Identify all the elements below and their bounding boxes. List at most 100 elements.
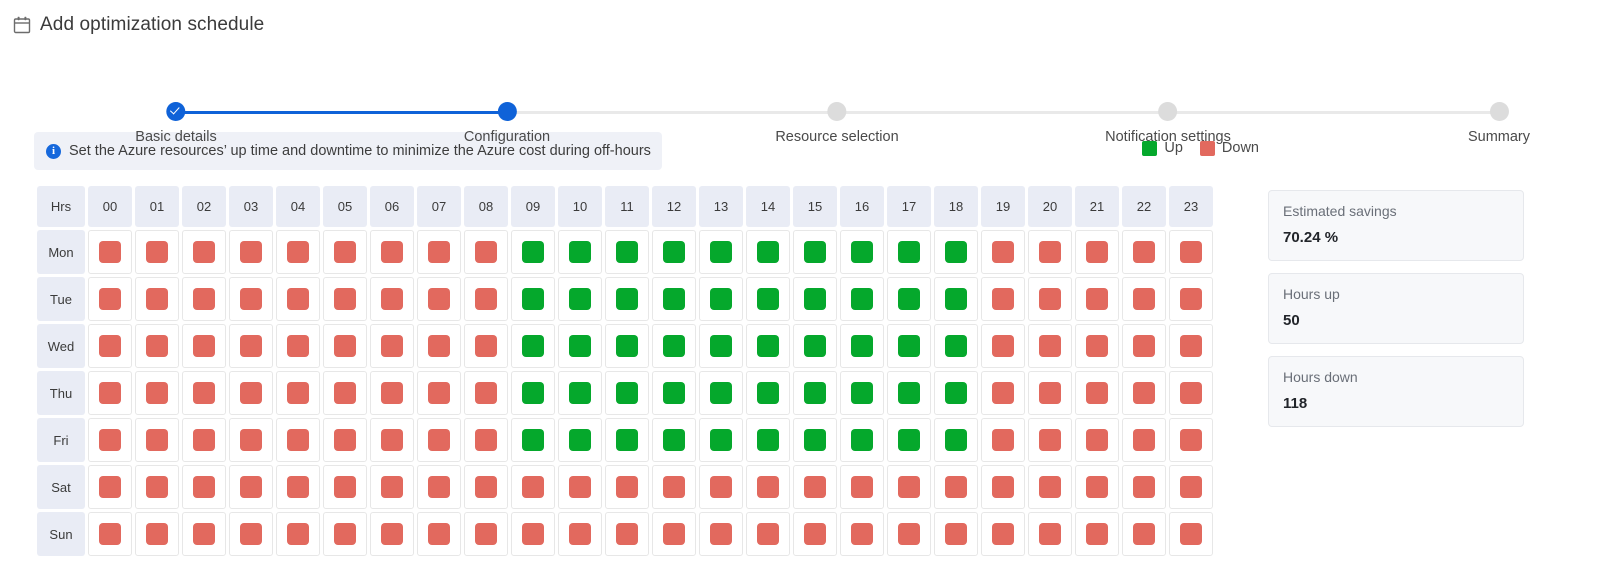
slot-wed-19[interactable]: [981, 324, 1025, 368]
slot-wed-22[interactable]: [1122, 324, 1166, 368]
slot-sat-10[interactable]: [558, 465, 602, 509]
slot-mon-23[interactable]: [1169, 230, 1213, 274]
slot-thu-11[interactable]: [605, 371, 649, 415]
slot-mon-13[interactable]: [699, 230, 743, 274]
slot-wed-02[interactable]: [182, 324, 226, 368]
slot-wed-07[interactable]: [417, 324, 461, 368]
schedule-grid[interactable]: Hrs 00 01 02 03 04 05 06 07 08 09 10 11 12 13 14 15 16 17…: [34, 183, 1216, 559]
slot-mon-15[interactable]: [793, 230, 837, 274]
slot-thu-00[interactable]: [88, 371, 132, 415]
slot-tue-03[interactable]: [229, 277, 273, 321]
slot-fri-04[interactable]: [276, 418, 320, 462]
slot-sat-08[interactable]: [464, 465, 508, 509]
slot-wed-09[interactable]: [511, 324, 555, 368]
slot-thu-09[interactable]: [511, 371, 555, 415]
slot-sun-08[interactable]: [464, 512, 508, 556]
slot-mon-08[interactable]: [464, 230, 508, 274]
slot-sun-15[interactable]: [793, 512, 837, 556]
slot-sat-15[interactable]: [793, 465, 837, 509]
slot-mon-18[interactable]: [934, 230, 978, 274]
slot-wed-12[interactable]: [652, 324, 696, 368]
slot-wed-04[interactable]: [276, 324, 320, 368]
slot-thu-19[interactable]: [981, 371, 1025, 415]
slot-fri-06[interactable]: [370, 418, 414, 462]
slot-fri-22[interactable]: [1122, 418, 1166, 462]
slot-fri-03[interactable]: [229, 418, 273, 462]
slot-fri-17[interactable]: [887, 418, 931, 462]
slot-mon-04[interactable]: [276, 230, 320, 274]
slot-sun-14[interactable]: [746, 512, 790, 556]
slot-mon-10[interactable]: [558, 230, 602, 274]
slot-sat-04[interactable]: [276, 465, 320, 509]
slot-tue-02[interactable]: [182, 277, 226, 321]
slot-sun-22[interactable]: [1122, 512, 1166, 556]
slot-thu-12[interactable]: [652, 371, 696, 415]
slot-tue-12[interactable]: [652, 277, 696, 321]
slot-sat-23[interactable]: [1169, 465, 1213, 509]
slot-wed-08[interactable]: [464, 324, 508, 368]
slot-sun-23[interactable]: [1169, 512, 1213, 556]
slot-fri-10[interactable]: [558, 418, 602, 462]
slot-tue-14[interactable]: [746, 277, 790, 321]
slot-sun-05[interactable]: [323, 512, 367, 556]
slot-thu-16[interactable]: [840, 371, 884, 415]
slot-sat-12[interactable]: [652, 465, 696, 509]
slot-fri-07[interactable]: [417, 418, 461, 462]
slot-tue-08[interactable]: [464, 277, 508, 321]
slot-fri-15[interactable]: [793, 418, 837, 462]
slot-thu-08[interactable]: [464, 371, 508, 415]
slot-sun-03[interactable]: [229, 512, 273, 556]
slot-thu-05[interactable]: [323, 371, 367, 415]
slot-sun-13[interactable]: [699, 512, 743, 556]
slot-sun-09[interactable]: [511, 512, 555, 556]
slot-sat-21[interactable]: [1075, 465, 1119, 509]
slot-mon-06[interactable]: [370, 230, 414, 274]
slot-tue-11[interactable]: [605, 277, 649, 321]
slot-sat-13[interactable]: [699, 465, 743, 509]
slot-tue-16[interactable]: [840, 277, 884, 321]
slot-mon-17[interactable]: [887, 230, 931, 274]
slot-sun-07[interactable]: [417, 512, 461, 556]
slot-tue-21[interactable]: [1075, 277, 1119, 321]
slot-fri-00[interactable]: [88, 418, 132, 462]
slot-wed-16[interactable]: [840, 324, 884, 368]
slot-fri-12[interactable]: [652, 418, 696, 462]
slot-fri-18[interactable]: [934, 418, 978, 462]
slot-sat-19[interactable]: [981, 465, 1025, 509]
slot-tue-01[interactable]: [135, 277, 179, 321]
slot-wed-15[interactable]: [793, 324, 837, 368]
slot-sun-20[interactable]: [1028, 512, 1072, 556]
slot-sat-03[interactable]: [229, 465, 273, 509]
slot-sat-20[interactable]: [1028, 465, 1072, 509]
slot-thu-18[interactable]: [934, 371, 978, 415]
stepper-step-resource-selection[interactable]: Resource selection: [775, 102, 899, 145]
slot-fri-13[interactable]: [699, 418, 743, 462]
slot-mon-11[interactable]: [605, 230, 649, 274]
slot-sat-18[interactable]: [934, 465, 978, 509]
slot-tue-23[interactable]: [1169, 277, 1213, 321]
slot-tue-19[interactable]: [981, 277, 1025, 321]
slot-wed-00[interactable]: [88, 324, 132, 368]
slot-tue-07[interactable]: [417, 277, 461, 321]
slot-thu-17[interactable]: [887, 371, 931, 415]
slot-mon-03[interactable]: [229, 230, 273, 274]
slot-sun-18[interactable]: [934, 512, 978, 556]
slot-fri-14[interactable]: [746, 418, 790, 462]
slot-sat-16[interactable]: [840, 465, 884, 509]
slot-fri-21[interactable]: [1075, 418, 1119, 462]
slot-thu-20[interactable]: [1028, 371, 1072, 415]
slot-mon-14[interactable]: [746, 230, 790, 274]
slot-fri-05[interactable]: [323, 418, 367, 462]
slot-sun-06[interactable]: [370, 512, 414, 556]
slot-wed-06[interactable]: [370, 324, 414, 368]
slot-sun-19[interactable]: [981, 512, 1025, 556]
slot-sat-09[interactable]: [511, 465, 555, 509]
slot-thu-22[interactable]: [1122, 371, 1166, 415]
slot-thu-14[interactable]: [746, 371, 790, 415]
slot-sat-11[interactable]: [605, 465, 649, 509]
slot-tue-17[interactable]: [887, 277, 931, 321]
slot-mon-07[interactable]: [417, 230, 461, 274]
slot-thu-23[interactable]: [1169, 371, 1213, 415]
slot-sat-06[interactable]: [370, 465, 414, 509]
slot-tue-18[interactable]: [934, 277, 978, 321]
